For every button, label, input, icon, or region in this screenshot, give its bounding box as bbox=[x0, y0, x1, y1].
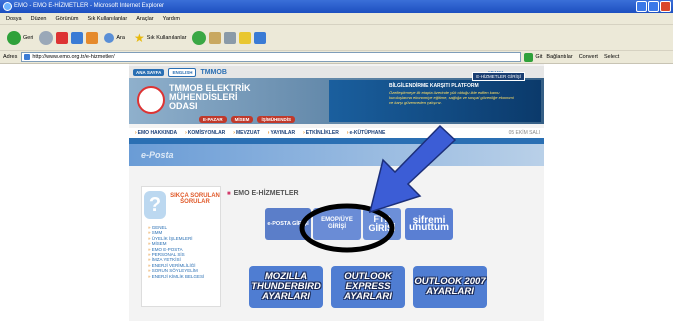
emo-site: ANA SAYFA ENGLISH TMMOB ARAMA TMMOB ELEK… bbox=[129, 64, 544, 321]
web-page: ANA SAYFA ENGLISH TMMOB ARAMA TMMOB ELEK… bbox=[0, 64, 673, 321]
toolbar: Geri Ara ★ Sık Kullanılanlar bbox=[0, 25, 673, 51]
window-title-bar: EMO - EMO E-HİZMETLER - Microsoft Intern… bbox=[0, 0, 673, 13]
window-controls bbox=[636, 1, 671, 12]
forward-arrow-icon[interactable] bbox=[39, 30, 54, 45]
services-panel: EMO E-HİZMETLER e-POSTA GİRİŞİ EMOP/ÜYE … bbox=[225, 186, 535, 311]
menu-item-tools[interactable]: Araçlar bbox=[136, 13, 153, 24]
menu-bar: Dosya Düzen Görünüm Sık Kullanılanlar Ar… bbox=[0, 13, 673, 25]
emo-logo-icon[interactable] bbox=[137, 86, 165, 114]
nav-events[interactable]: ETKİNLİKLER bbox=[303, 130, 339, 136]
url-text: http://www.emo.org.tr/e-hizmetler/ bbox=[32, 54, 115, 60]
nav-publications[interactable]: YAYINLAR bbox=[268, 130, 295, 136]
services-title: EMO E-HİZMETLER bbox=[227, 190, 299, 197]
outlook-2007-settings-button[interactable]: OUTLOOK 2007 AYARLARI bbox=[413, 266, 487, 308]
forgot-password-button[interactable]: şifremi unuttum bbox=[405, 208, 453, 240]
eposta-login-button[interactable]: e-POSTA GİRİŞİ bbox=[265, 208, 311, 240]
section-header: e-Posta bbox=[129, 144, 544, 166]
tab-misem[interactable]: MİSEM bbox=[230, 116, 254, 123]
mail-icon[interactable] bbox=[209, 31, 222, 44]
search-label: Ara bbox=[116, 34, 125, 41]
menu-item-edit[interactable]: Düzen bbox=[31, 13, 47, 24]
url-input[interactable]: http://www.emo.org.tr/e-hizmetler/ bbox=[21, 52, 522, 62]
section-title: e-Posta bbox=[141, 150, 174, 160]
favorites-button[interactable]: ★ Sık Kullanılanlar bbox=[131, 31, 190, 45]
ehizmetler-login-button[interactable]: E-HİZMETLER GİRİŞİ bbox=[472, 72, 525, 81]
window-title: EMO - EMO E-HİZMETLER - Microsoft Intern… bbox=[14, 3, 165, 9]
tmmob-logo[interactable]: TMMOB bbox=[200, 69, 226, 76]
nav-about[interactable]: EMO HAKKINDA bbox=[135, 130, 177, 136]
faq-item[interactable]: ENERJİ KİMLİK BELGESİ bbox=[148, 274, 205, 279]
refresh-icon[interactable] bbox=[71, 31, 84, 44]
page-favicon bbox=[24, 54, 31, 60]
stop-icon[interactable] bbox=[56, 31, 69, 44]
back-arrow-icon bbox=[7, 30, 21, 45]
ie-logo-icon bbox=[3, 2, 12, 11]
site-logo-text: TMMOB ELEKTRİK MÜHENDİSLERİ ODASI bbox=[169, 83, 251, 111]
search-button[interactable]: Ara bbox=[101, 32, 128, 43]
address-label: Adres bbox=[3, 54, 18, 60]
maximize-icon[interactable] bbox=[648, 1, 659, 12]
nav-library[interactable]: e-KÜTÜPHANE bbox=[347, 130, 385, 136]
convert-button[interactable]: Convert bbox=[579, 54, 598, 60]
promo-panel[interactable]: E-HİZMETLER GİRİŞİ BİLGİLENDİRME KARŞITI… bbox=[329, 72, 541, 122]
date-text: 05 EKİM SALI bbox=[508, 130, 540, 136]
faq-sidebar: ? SIKÇA SORULAN SORULAR GENEL SMM ÜYELİK… bbox=[141, 186, 221, 307]
go-arrow-icon[interactable] bbox=[524, 52, 534, 62]
site-banner: TMMOB ELEKTRİK MÜHENDİSLERİ ODASI E-HİZM… bbox=[129, 72, 544, 124]
home-icon[interactable] bbox=[86, 31, 99, 44]
minimize-icon[interactable] bbox=[636, 1, 647, 12]
home-link[interactable]: ANA SAYFA bbox=[133, 68, 165, 76]
history-icon[interactable] bbox=[192, 30, 207, 45]
close-icon[interactable] bbox=[660, 1, 671, 12]
tab-epazar[interactable]: E-PAZAR bbox=[199, 116, 227, 123]
menu-item-favorites[interactable]: Sık Kullanılanlar bbox=[87, 13, 127, 24]
star-icon: ★ bbox=[133, 30, 145, 45]
nav-commissions[interactable]: KOMİSYONLAR bbox=[185, 130, 226, 136]
go-button[interactable]: Git bbox=[535, 54, 542, 60]
menu-item-file[interactable]: Dosya bbox=[6, 13, 22, 24]
menu-item-help[interactable]: Yardım bbox=[163, 13, 180, 24]
folder-icon[interactable] bbox=[239, 31, 252, 44]
address-bar: Adres http://www.emo.org.tr/e-hizmetler/… bbox=[0, 51, 673, 64]
question-mark-icon: ? bbox=[144, 191, 166, 219]
banner-tabs: E-PAZAR MİSEM İŞ/MÜHENDİS bbox=[199, 116, 295, 123]
thunderbird-settings-button[interactable]: MOZILLA THUNDERBIRD AYARLARI bbox=[249, 266, 323, 308]
search-icon bbox=[104, 32, 115, 43]
english-link[interactable]: ENGLISH bbox=[168, 67, 197, 77]
menu-item-view[interactable]: Görünüm bbox=[56, 13, 79, 24]
ftp-login-button[interactable]: FTP GİRİŞİ bbox=[363, 208, 401, 240]
favorites-label: Sık Kullanılanlar bbox=[146, 34, 187, 41]
print-icon[interactable] bbox=[224, 31, 237, 44]
faq-list: GENEL SMM ÜYELİK İŞLEMLERİ MİSEM EMO E-P… bbox=[148, 225, 205, 279]
messenger-icon[interactable] bbox=[254, 31, 267, 44]
links-button[interactable]: Bağlantılar bbox=[546, 54, 572, 60]
emop-member-login-button[interactable]: EMOP/ÜYE GİRİŞİ bbox=[313, 208, 361, 240]
back-button[interactable]: Geri bbox=[4, 30, 36, 45]
tab-is-muhendis[interactable]: İŞ/MÜHENDİS bbox=[257, 116, 295, 123]
back-label: Geri bbox=[23, 34, 34, 41]
faq-title: SIKÇA SORULAN SORULAR bbox=[170, 193, 220, 205]
nav-legislation[interactable]: MEVZUAT bbox=[233, 130, 260, 136]
promo-title: BİLGİLENDİRME KARŞITI PLATFORM bbox=[389, 83, 479, 89]
outlook-express-settings-button[interactable]: OUTLOOK EXPRESS AYARLARI bbox=[331, 266, 405, 308]
select-button[interactable]: Select bbox=[604, 54, 619, 60]
site-nav: EMO HAKKINDA KOMİSYONLAR MEVZUAT YAYINLA… bbox=[129, 128, 544, 138]
promo-text: Özelleştirmeye ilk etapta üzerinde yük o… bbox=[389, 90, 514, 105]
faq-item[interactable]: SORUN SÖYLEYELİM bbox=[148, 268, 204, 273]
